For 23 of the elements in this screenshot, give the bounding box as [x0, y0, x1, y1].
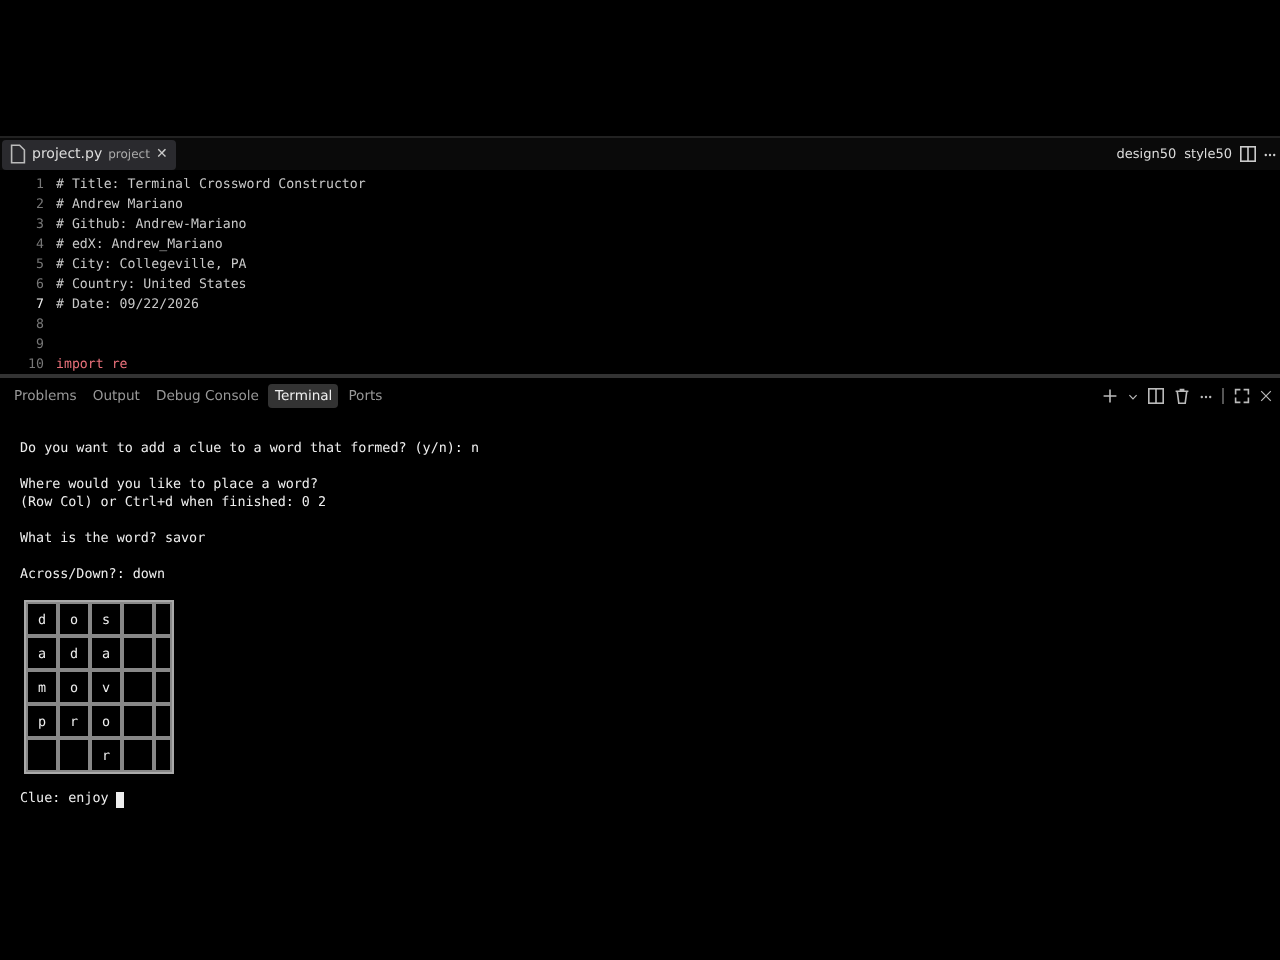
- more-icon[interactable]: [1264, 151, 1276, 157]
- close-icon[interactable]: [1260, 388, 1272, 404]
- empty-cell: [154, 704, 172, 738]
- empty-cell: [154, 636, 172, 670]
- empty-cell: [122, 636, 154, 670]
- empty-cell: [154, 738, 172, 772]
- trash-icon[interactable]: [1174, 388, 1190, 404]
- plus-icon[interactable]: [1102, 388, 1118, 404]
- empty-cell: [122, 602, 154, 636]
- empty-cell: [122, 738, 154, 772]
- empty-cell: [122, 670, 154, 704]
- empty-cell: [154, 602, 172, 636]
- empty-cell: [154, 670, 172, 704]
- split-icon[interactable]: [1240, 146, 1256, 162]
- empty-cell: [26, 738, 58, 772]
- more-icon[interactable]: [1200, 393, 1212, 399]
- file-icon: [10, 144, 26, 164]
- empty-cell: [58, 738, 90, 772]
- split-icon[interactable]: [1148, 388, 1164, 404]
- maximize-icon[interactable]: [1234, 388, 1250, 404]
- caret-icon[interactable]: [1128, 393, 1138, 399]
- empty-cell: [122, 704, 154, 738]
- cursor-icon: [116, 791, 125, 807]
